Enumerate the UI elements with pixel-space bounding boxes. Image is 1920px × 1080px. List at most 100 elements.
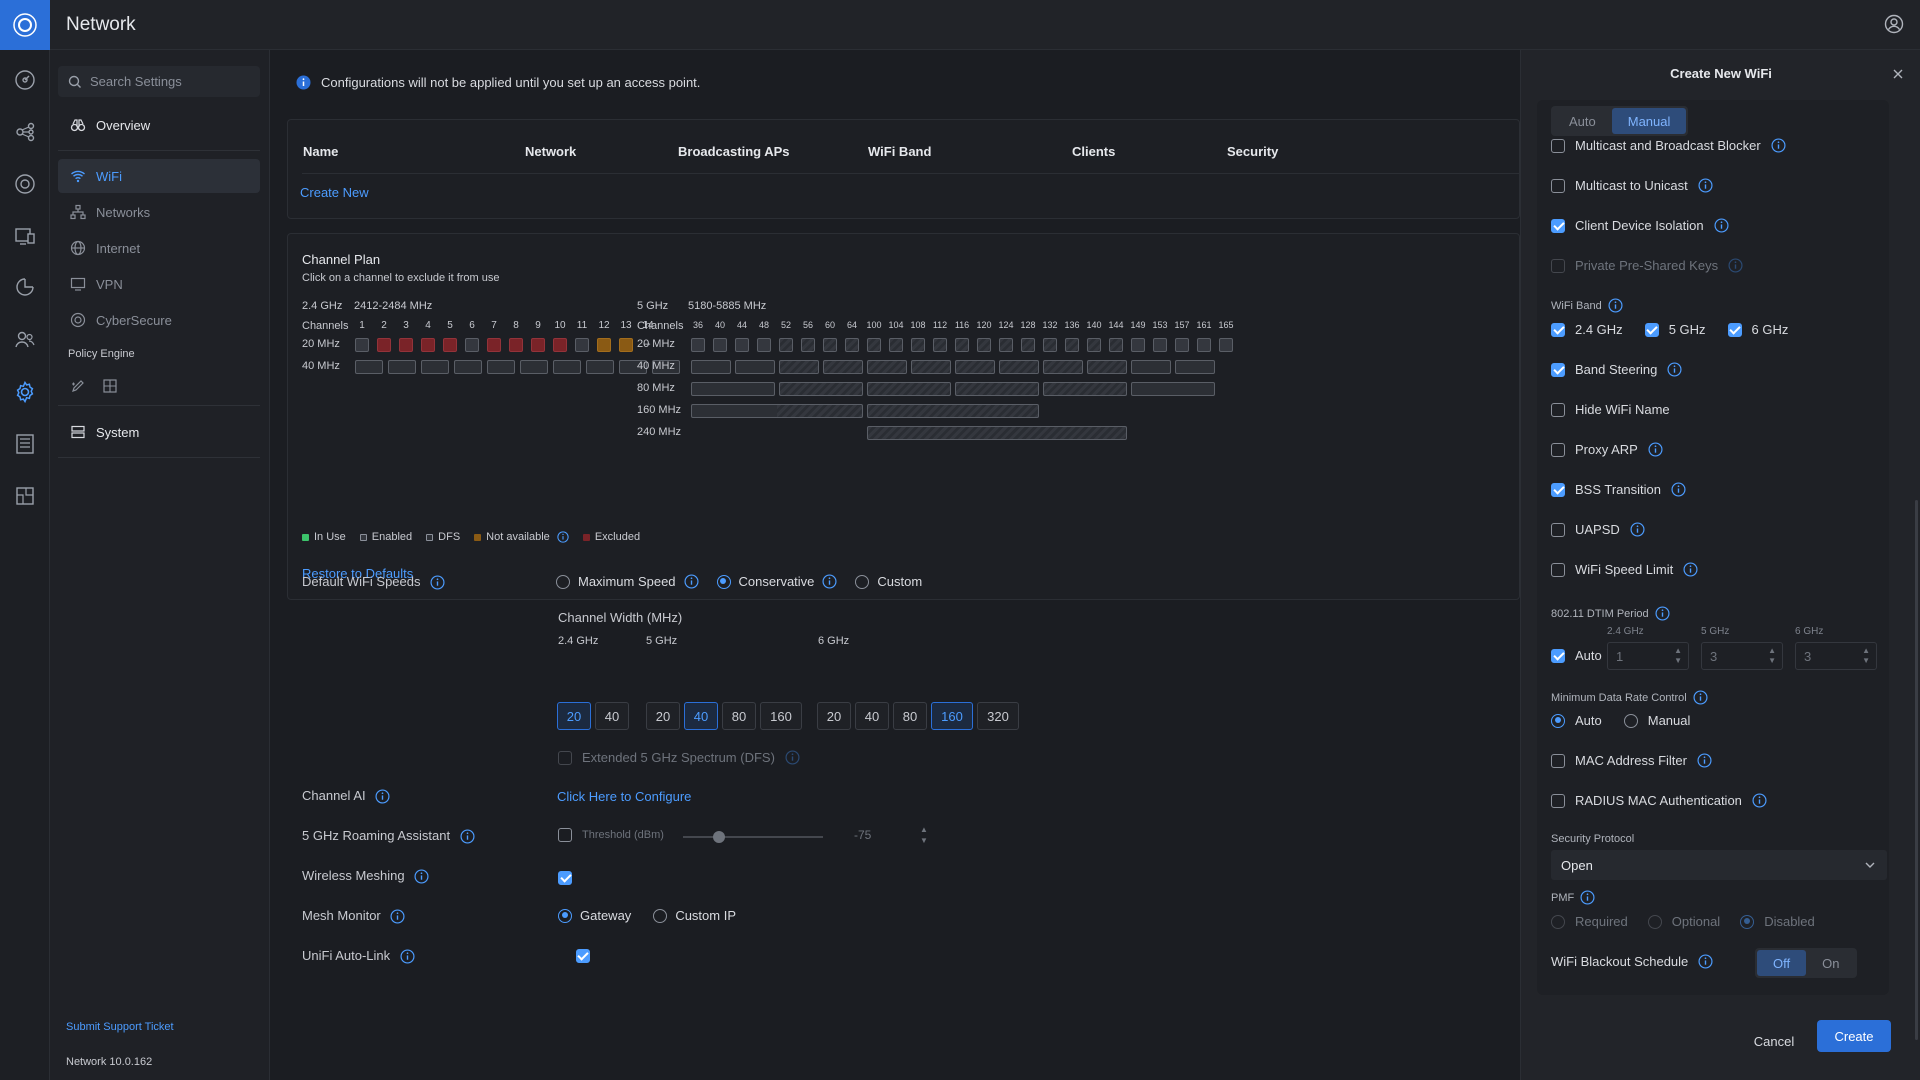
channel-24-9-20mhz[interactable] xyxy=(531,338,545,352)
channel-5-40-20mhz[interactable] xyxy=(713,338,727,352)
channel-24-13-20mhz[interactable] xyxy=(619,338,633,352)
info-icon[interactable] xyxy=(1671,482,1686,497)
user-account-icon[interactable] xyxy=(1884,14,1904,34)
blackout-off[interactable]: Off xyxy=(1757,950,1807,976)
multicast-to-unicast-checkbox[interactable] xyxy=(1551,178,1565,193)
mac-address-filter-checkbox[interactable] xyxy=(1551,753,1565,768)
band-24-checkbox[interactable] xyxy=(1551,322,1565,337)
info-icon[interactable] xyxy=(390,909,405,924)
info-icon[interactable] xyxy=(1630,522,1645,537)
channel-5-116-20mhz[interactable] xyxy=(955,338,969,352)
channel-5-48-20mhz[interactable] xyxy=(757,338,771,352)
radio-gateway[interactable] xyxy=(558,908,572,923)
channel-24-40mhz-block[interactable] xyxy=(454,360,482,374)
channel-24-7-20mhz[interactable] xyxy=(487,338,501,352)
sidebar-item-vpn[interactable]: VPN xyxy=(58,267,260,301)
dashboard-icon[interactable] xyxy=(13,68,37,92)
channel-5-40mhz-block[interactable] xyxy=(691,360,731,374)
channel-5-40mhz-block[interactable] xyxy=(867,360,907,374)
channel-5-160mhz-block[interactable] xyxy=(691,404,863,418)
channel-5-60-20mhz[interactable] xyxy=(823,338,837,352)
info-icon[interactable] xyxy=(1714,218,1729,233)
channel-5-108-20mhz[interactable] xyxy=(911,338,925,352)
channel-5-161-20mhz[interactable] xyxy=(1197,338,1211,352)
info-icon[interactable] xyxy=(557,531,569,543)
channel-5-36-20mhz[interactable] xyxy=(691,338,705,352)
channel-5-40mhz-block[interactable] xyxy=(999,360,1039,374)
width-6-320-button[interactable]: 320 xyxy=(977,702,1019,730)
width-5-20-button[interactable]: 20 xyxy=(646,702,680,730)
channel-5-104-20mhz[interactable] xyxy=(889,338,903,352)
channel-5-40mhz-block[interactable] xyxy=(911,360,951,374)
info-icon[interactable] xyxy=(1752,793,1767,808)
channel-5-40mhz-block[interactable] xyxy=(1175,360,1215,374)
width-5-80-button[interactable]: 80 xyxy=(722,702,756,730)
create-button[interactable]: Create xyxy=(1817,1020,1891,1052)
dtim-stepper[interactable]: 3 ▲ ▼ xyxy=(1795,642,1877,670)
width-6-20-button[interactable]: 20 xyxy=(817,702,851,730)
multicast-broadcast-blocker-checkbox[interactable] xyxy=(1551,138,1565,153)
channel-24-40mhz-block[interactable] xyxy=(553,360,581,374)
channel-24-11-20mhz[interactable] xyxy=(575,338,589,352)
cancel-button[interactable]: Cancel xyxy=(1739,1026,1809,1056)
threshold-stepper-arrows[interactable]: ▲ ▼ xyxy=(920,824,928,846)
info-icon[interactable] xyxy=(1683,562,1698,577)
width-6-80-button[interactable]: 80 xyxy=(893,702,927,730)
info-icon[interactable] xyxy=(460,829,475,844)
channel-5-40mhz-block[interactable] xyxy=(1043,360,1083,374)
channel-5-153-20mhz[interactable] xyxy=(1153,338,1167,352)
auto-link-checkbox[interactable] xyxy=(575,948,590,963)
channel-24-40mhz-block[interactable] xyxy=(487,360,515,374)
client-device-isolation-checkbox[interactable] xyxy=(1551,218,1565,233)
logs-icon[interactable] xyxy=(13,432,37,456)
extended-dfs-checkbox[interactable] xyxy=(558,750,572,765)
channel-24-1-20mhz[interactable] xyxy=(355,338,369,352)
channel-5-40mhz-block[interactable] xyxy=(823,360,863,374)
search-input[interactable] xyxy=(90,74,250,89)
info-icon[interactable] xyxy=(1693,690,1708,705)
width-5-160-button[interactable]: 160 xyxy=(760,702,802,730)
info-icon[interactable] xyxy=(430,575,445,590)
sidebar-item-networks[interactable]: Networks xyxy=(58,195,260,229)
channel-5-144-20mhz[interactable] xyxy=(1109,338,1123,352)
threshold-slider[interactable] xyxy=(683,836,823,838)
info-icon[interactable] xyxy=(1728,258,1743,273)
column-header-name[interactable]: Name xyxy=(303,144,338,159)
info-icon[interactable] xyxy=(1655,606,1670,621)
sidebar-item-wifi[interactable]: WiFi xyxy=(58,159,260,193)
devices-icon[interactable] xyxy=(13,172,37,196)
channel-24-12-20mhz[interactable] xyxy=(597,338,611,352)
radio-pmf-optional[interactable] xyxy=(1647,914,1662,929)
info-icon[interactable] xyxy=(1648,442,1663,457)
info-icon[interactable] xyxy=(1698,954,1713,969)
width-6-160-button[interactable]: 160 xyxy=(931,702,973,730)
channel-5-132-20mhz[interactable] xyxy=(1043,338,1057,352)
info-icon[interactable] xyxy=(400,949,415,964)
topology-icon[interactable] xyxy=(13,120,37,144)
roaming-assistant-checkbox[interactable] xyxy=(558,828,572,842)
info-icon[interactable] xyxy=(822,574,837,589)
info-icon[interactable] xyxy=(684,574,699,589)
width-5-40-button[interactable]: 40 xyxy=(684,702,718,730)
channel-5-40mhz-block[interactable] xyxy=(955,360,995,374)
sidebar-item-internet[interactable]: Internet xyxy=(58,231,260,265)
hide-wifi-name-checkbox[interactable] xyxy=(1551,402,1565,417)
dtim-auto-checkbox[interactable] xyxy=(1551,648,1565,663)
channel-5-64-20mhz[interactable] xyxy=(845,338,859,352)
users-icon[interactable] xyxy=(13,328,37,352)
policy-table-icon[interactable] xyxy=(102,378,118,394)
info-icon[interactable] xyxy=(414,869,429,884)
tab-auto[interactable]: Auto xyxy=(1553,108,1612,134)
channel-5-44-20mhz[interactable] xyxy=(735,338,749,352)
info-icon[interactable] xyxy=(1698,178,1713,193)
channel-24-40mhz-block[interactable] xyxy=(421,360,449,374)
channel-24-8-20mhz[interactable] xyxy=(509,338,523,352)
info-icon[interactable] xyxy=(1580,890,1595,905)
radius-mac-auth-checkbox[interactable] xyxy=(1551,793,1565,808)
channel-5-112-20mhz[interactable] xyxy=(933,338,947,352)
uapsd-checkbox[interactable] xyxy=(1551,522,1565,537)
info-icon[interactable] xyxy=(1697,753,1712,768)
sidebar-item-system[interactable]: System xyxy=(58,415,260,449)
app-logo[interactable] xyxy=(0,0,50,50)
width-24-20-button[interactable]: 20 xyxy=(557,702,591,730)
